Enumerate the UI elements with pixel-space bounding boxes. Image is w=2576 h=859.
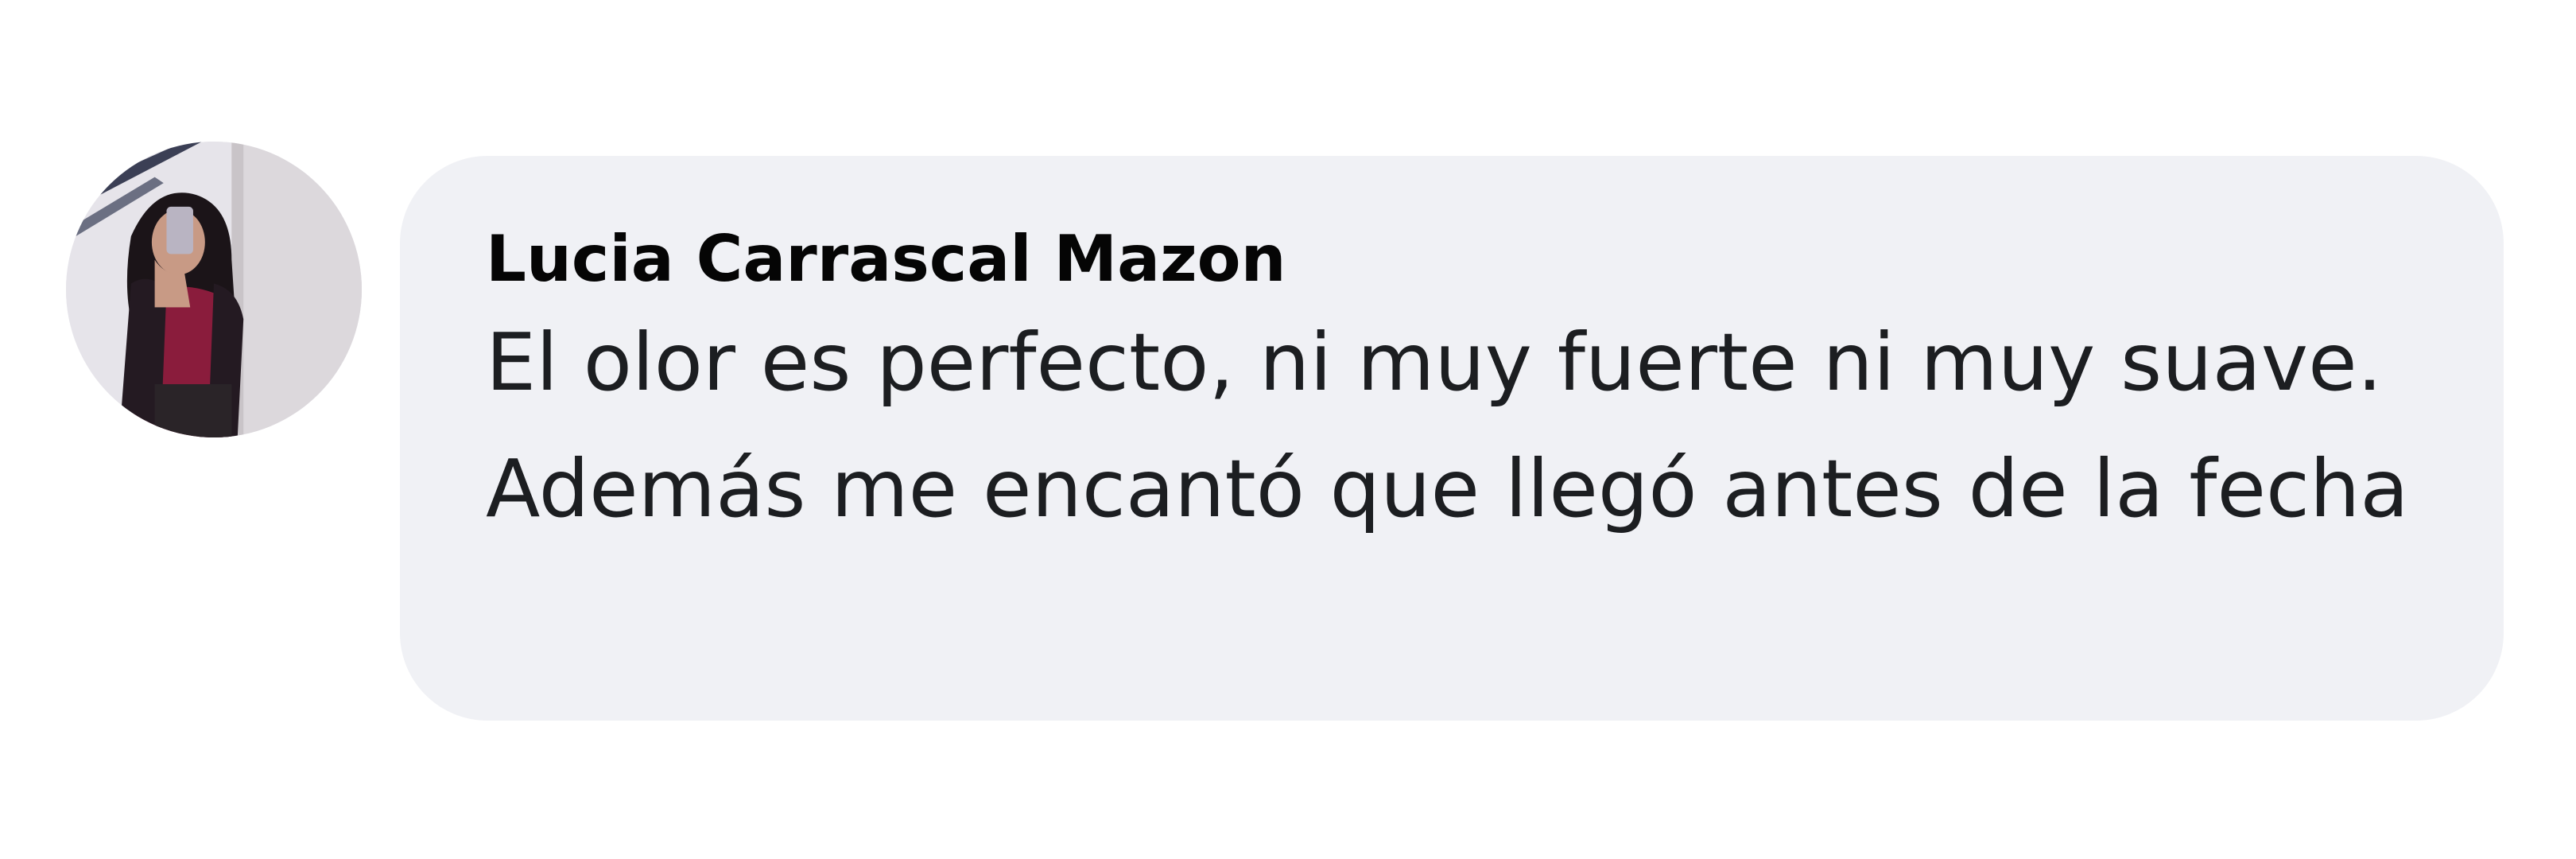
comment-author-name[interactable]: Lucia Carrascal Mazon (486, 220, 2424, 299)
comment-text: El olor es perfecto, ni muy fuerte ni mu… (486, 316, 2409, 535)
profile-photo (66, 142, 362, 437)
comment-item: Lucia Carrascal Mazon El olor es perfect… (0, 0, 2576, 859)
comment-bubble: Lucia Carrascal Mazon El olor es perfect… (400, 156, 2504, 721)
avatar[interactable] (66, 142, 362, 437)
